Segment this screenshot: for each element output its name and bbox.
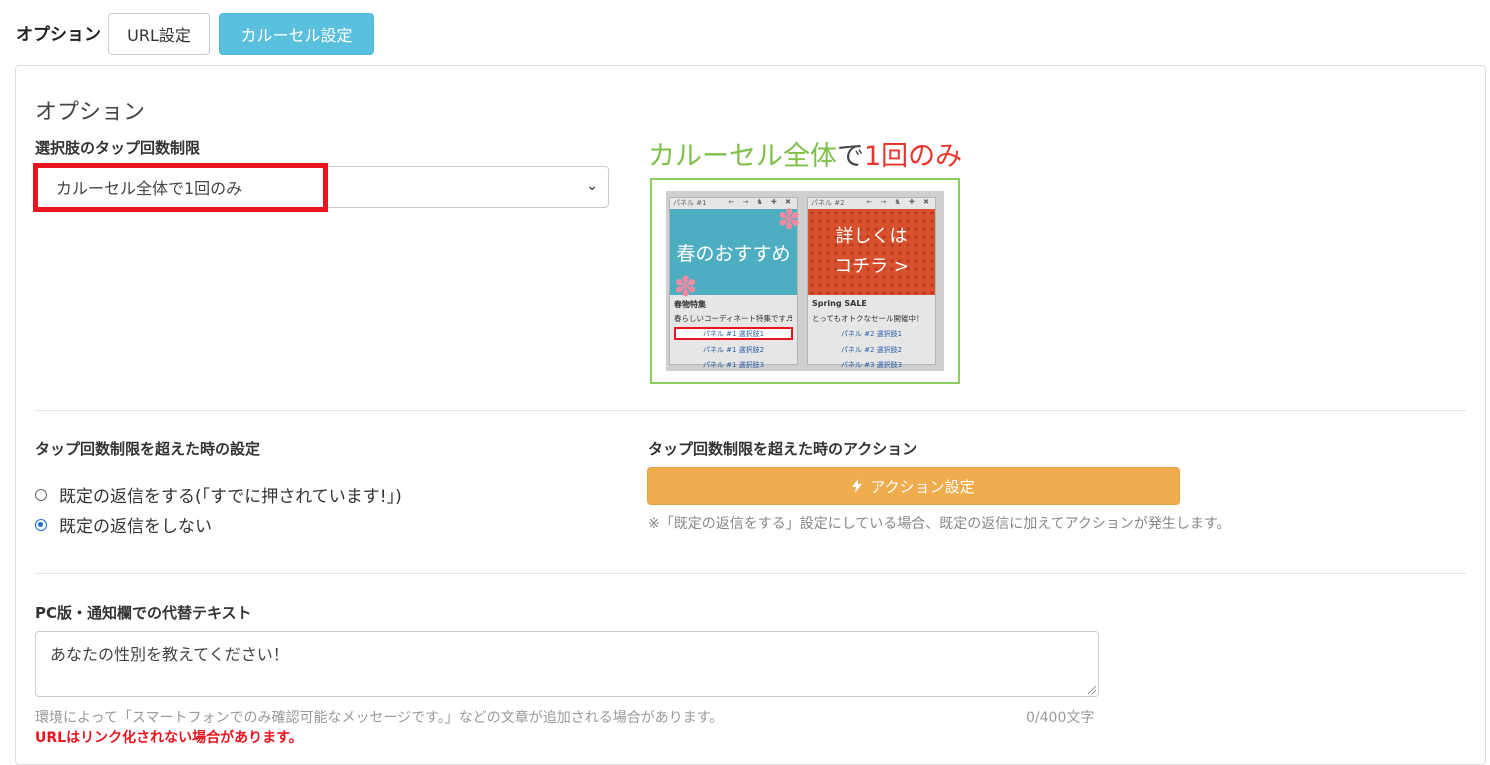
highlight-box <box>33 163 328 212</box>
action-note: ※「既定の返信をする」設定にしている場合、既定の返信に加えてアクションが発生しま… <box>648 516 1231 532</box>
carousel-preview: パネル #1 ← → ♞ ✚ ✖ ✽ ✽ 春のおすすめ 春物特集 春らしいコーデ… <box>666 191 944 371</box>
card-title: 春物特集 <box>674 300 706 309</box>
options-label: オプション <box>16 25 101 45</box>
character-counter: 0/400文字 <box>1026 710 1095 726</box>
action-settings-button[interactable]: アクション設定 <box>647 467 1180 505</box>
preview-card-1: パネル #1 ← → ♞ ✚ ✖ ✽ ✽ 春のおすすめ 春物特集 春らしいコーデ… <box>669 197 801 369</box>
tab-url-settings[interactable]: URL設定 <box>108 13 210 55</box>
card-text: とってもオトクなセール開催中！ <box>812 314 924 323</box>
card-title: Spring SALE <box>812 299 867 308</box>
alt-text-help: 環境によって「スマートフォンでのみ確認可能なメッセージです。」などの文章が追加さ… <box>35 710 724 726</box>
preview-heading-part1: カルーセル全体 <box>648 141 837 172</box>
exceed-setting-label: タップ回数制限を超えた時の設定 <box>35 440 261 458</box>
card-option: パネル #1 選択肢2 <box>702 345 765 354</box>
preview-heading-part3: 1回のみ <box>864 141 963 172</box>
radio-no-reply[interactable]: 既定の返信をしない <box>35 512 212 537</box>
flower-icon: ✽ <box>777 203 801 236</box>
url-warning: URLはリンク化されない場合があります。 <box>35 730 303 746</box>
card-text: 春らしいコーディネート特集です♬ <box>674 314 793 323</box>
alt-text-value: あなたの性別を教えてください！ <box>50 645 289 664</box>
tab-carousel-settings[interactable]: カルーセル設定 <box>219 13 374 55</box>
card-option: パネル #1 選択肢3 <box>702 360 765 369</box>
card-controls-icon: ← → ♞ ✚ ✖ <box>866 198 932 206</box>
alt-text-textarea[interactable]: あなたの性別を教えてください！ <box>35 631 1099 697</box>
divider <box>35 410 1466 411</box>
card-image-line2: コチラ > <box>834 256 909 277</box>
card-image-line1: 詳しくは <box>835 226 908 247</box>
panel-title: オプション <box>35 100 146 125</box>
radio-default-reply[interactable]: 既定の返信をする(「すでに押されています!」) <box>35 482 402 507</box>
card-header: パネル #2 <box>811 199 845 207</box>
preview-heading-part2: で <box>837 141 864 172</box>
radio-label: 既定の返信をしない <box>59 517 212 537</box>
radio-button[interactable] <box>35 518 47 531</box>
card-image: ✽ ✽ 春のおすすめ <box>670 203 801 303</box>
card-image-text: 春のおすすめ <box>676 242 791 265</box>
card-header: パネル #1 <box>673 199 707 207</box>
resize-handle-icon[interactable] <box>1088 686 1096 694</box>
exceed-action-label: タップ回数制限を超えた時のアクション <box>648 440 918 458</box>
tap-limit-label: 選択肢のタップ回数制限 <box>35 139 201 157</box>
chevron-down-icon: ⌄ <box>586 178 598 194</box>
radio-label: 既定の返信をする(「すでに押されています!」) <box>59 487 402 507</box>
divider <box>35 573 1466 574</box>
radio-button[interactable] <box>35 488 47 501</box>
card-option: パネル #3 選択肢3 <box>840 360 903 369</box>
card-image: 詳しくは コチラ > <box>808 209 935 295</box>
action-settings-label: アクション設定 <box>870 477 975 496</box>
alt-text-label: PC版・通知欄での代替テキスト <box>35 604 252 622</box>
preview-heading: カルーセル全体で1回のみ <box>648 134 962 173</box>
bolt-icon <box>852 479 863 493</box>
preview-card-2: パネル #2 ← → ♞ ✚ ✖ 詳しくは コチラ > Spring SALE … <box>807 197 936 369</box>
card-option: パネル #2 選択肢1 <box>840 329 903 338</box>
card-option: パネル #2 選択肢2 <box>840 345 903 354</box>
card-option: パネル #1 選択肢1 <box>674 327 793 340</box>
